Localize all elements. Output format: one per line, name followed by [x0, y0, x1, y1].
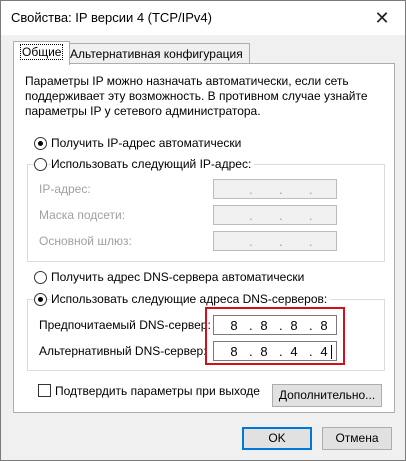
ok-button[interactable]: OK — [242, 427, 312, 450]
dns-highlight-box — [205, 307, 345, 365]
window-title: Свойства: IP версии 4 (TCP/IPv4) — [11, 10, 212, 25]
preferred-dns-label: Предпочитаемый DNS-сервер: — [39, 318, 211, 332]
tab-alternate-config[interactable]: Альтернативная конфигурация — [63, 43, 250, 64]
alternate-dns-label: Альтернативный DNS-сервер: — [39, 344, 207, 358]
dns-manual-label[interactable]: Использовать следующие адреса DNS-сервер… — [51, 292, 331, 306]
ip-auto-label[interactable]: Получить IP-адрес автоматически — [51, 136, 241, 150]
tab-alternate-config-label: Альтернативная конфигурация — [70, 47, 243, 61]
dialog-window: Свойства: IP версии 4 (TCP/IPv4) ✕ Общие… — [0, 0, 406, 461]
subnet-mask-label: Маска подсети: — [39, 208, 126, 222]
tab-general[interactable]: Общие — [13, 41, 71, 65]
description-text: Параметры IP можно назначать автоматичес… — [25, 74, 368, 118]
ip-auto-radio[interactable] — [34, 137, 47, 150]
dns-manual-radio[interactable] — [34, 293, 47, 306]
gateway-label: Основной шлюз: — [39, 234, 132, 248]
validate-on-exit-checkbox[interactable] — [38, 384, 51, 397]
ip-address-field: ... — [213, 179, 337, 199]
dns-auto-radio[interactable] — [34, 271, 47, 284]
subnet-mask-field: ... — [213, 205, 337, 225]
dns-auto-label[interactable]: Получить адрес DNS-сервера автоматически — [51, 270, 304, 284]
ip-address-label: IP-адрес: — [39, 182, 91, 196]
title-bar: Свойства: IP версии 4 (TCP/IPv4) ✕ — [1, 1, 405, 35]
ip-manual-radio[interactable] — [34, 158, 47, 171]
advanced-button[interactable]: Дополнительно... — [272, 384, 382, 407]
cancel-button[interactable]: Отмена — [322, 427, 392, 450]
close-icon[interactable]: ✕ — [365, 5, 399, 31]
tab-general-label: Общие — [20, 44, 64, 60]
validate-on-exit-label[interactable]: Подтвердить параметры при выходе — [55, 384, 260, 398]
ip-manual-label[interactable]: Использовать следующий IP-адрес: — [51, 157, 255, 171]
gateway-field: ... — [213, 231, 337, 251]
